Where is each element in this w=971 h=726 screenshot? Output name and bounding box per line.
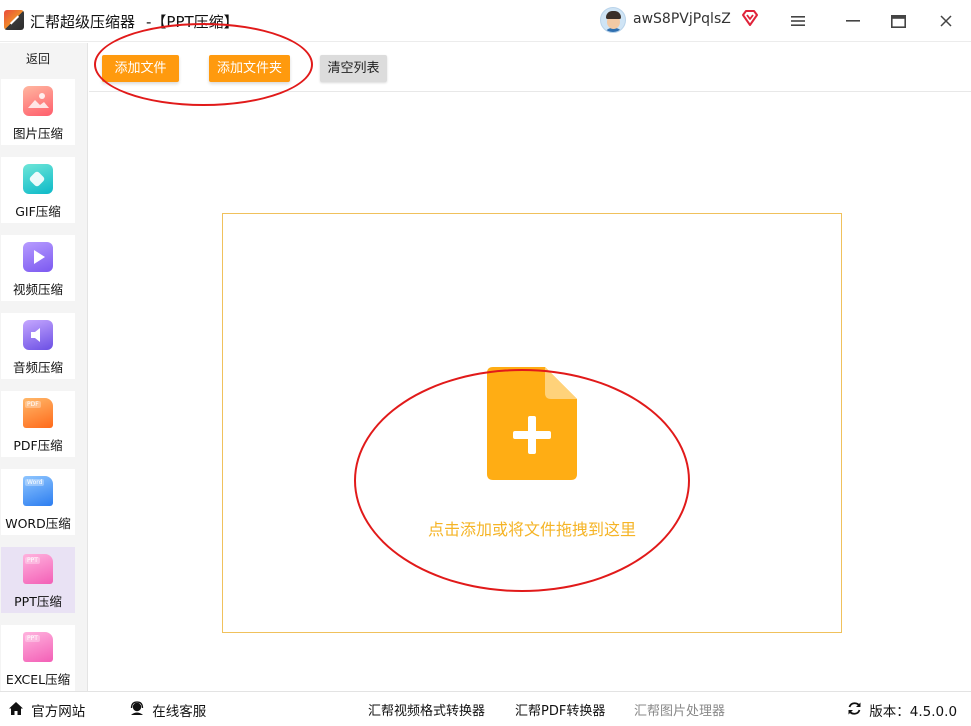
- audio-icon: [23, 320, 53, 350]
- image-processor-link[interactable]: 汇帮图片处理器: [634, 700, 725, 719]
- avatar[interactable]: [600, 7, 626, 33]
- image-icon: [23, 86, 53, 116]
- add-file-icon: [487, 367, 577, 480]
- pdf-tag: PDF: [25, 401, 41, 408]
- add-file-button[interactable]: 添加文件: [102, 55, 179, 82]
- excel-tag: PPT: [25, 635, 40, 642]
- word-tag: Word: [25, 479, 45, 486]
- sidebar-item-label: 视频压缩: [12, 282, 63, 297]
- maximize-icon[interactable]: [883, 6, 913, 36]
- sidebar-item-label: EXCEL压缩: [5, 672, 71, 687]
- sidebar-item-video-compress[interactable]: 视频压缩: [1, 235, 75, 301]
- menu-icon[interactable]: [783, 6, 813, 36]
- ppt-tag: PPT: [25, 557, 40, 564]
- avatar-hair: [606, 11, 621, 19]
- close-icon[interactable]: [931, 6, 961, 36]
- file-drop-zone[interactable]: 点击添加或将文件拖拽到这里: [222, 213, 842, 633]
- official-site-label: 官方网站: [31, 704, 86, 720]
- back-button[interactable]: 返回: [0, 48, 76, 70]
- gif-icon: [23, 164, 53, 194]
- sidebar-item-label: GIF压缩: [15, 204, 61, 219]
- sidebar-item-image-compress[interactable]: 图片压缩: [1, 79, 75, 145]
- vip-icon[interactable]: [741, 9, 759, 27]
- minimize-icon[interactable]: [838, 6, 868, 36]
- pdf-converter-link[interactable]: 汇帮PDF转换器: [515, 700, 605, 719]
- refresh-icon: [848, 702, 861, 715]
- app-title: 汇帮超级压缩器: [30, 13, 136, 31]
- sidebar-item-label: PPT压缩: [14, 594, 62, 609]
- sidebar-item-label: 音频压缩: [12, 360, 63, 375]
- app-logo-icon: [4, 10, 24, 30]
- excel-icon: PPT: [23, 632, 53, 662]
- version-label: 版本：: [869, 704, 910, 720]
- sidebar-item-gif-compress[interactable]: GIF压缩: [1, 157, 75, 223]
- toolbar: 添加文件 添加文件夹 清空列表: [89, 43, 971, 92]
- version-info: 版本：4.5.0.0: [847, 700, 957, 720]
- title-bar: 汇帮超级压缩器 -【PPT压缩】 awS8PVjPqlsZ: [0, 0, 971, 42]
- footer-bar: 官方网站 在线客服 汇帮视频格式转换器 汇帮PDF转换器 汇帮图片处理器 版本：…: [0, 691, 971, 726]
- add-folder-button[interactable]: 添加文件夹: [209, 55, 290, 82]
- sidebar-item-label: PDF压缩: [13, 438, 63, 453]
- sidebar-item-word-compress[interactable]: Word WORD压缩: [1, 469, 75, 535]
- official-site-link[interactable]: 官方网站: [8, 700, 85, 720]
- sidebar-item-label: 图片压缩: [12, 126, 63, 141]
- online-service-label: 在线客服: [152, 704, 207, 720]
- clear-list-button[interactable]: 清空列表: [320, 55, 387, 82]
- ppt-icon: PPT: [23, 554, 53, 584]
- word-icon: Word: [23, 476, 53, 506]
- online-service-link[interactable]: 在线客服: [129, 700, 206, 720]
- username[interactable]: awS8PVjPqlsZ: [633, 11, 731, 27]
- version-value: 4.5.0.0: [909, 704, 958, 720]
- sidebar: 返回 图片压缩 GIF压缩 视频压缩 音频压缩 PDF PDF压缩 Word W…: [0, 43, 88, 691]
- video-icon: [23, 242, 53, 272]
- sidebar-item-audio-compress[interactable]: 音频压缩: [1, 313, 75, 379]
- sidebar-item-label: WORD压缩: [5, 516, 71, 531]
- sidebar-item-excel-compress[interactable]: PPT EXCEL压缩: [1, 625, 75, 691]
- drop-hint-text: 点击添加或将文件拖拽到这里: [427, 520, 636, 539]
- sidebar-item-pdf-compress[interactable]: PDF PDF压缩: [1, 391, 75, 457]
- pdf-icon: PDF: [23, 398, 53, 428]
- video-converter-link[interactable]: 汇帮视频格式转换器: [368, 700, 485, 719]
- window-subtitle: -【PPT压缩】: [146, 13, 239, 31]
- sidebar-item-ppt-compress[interactable]: PPT PPT压缩: [1, 547, 75, 613]
- headset-icon: [130, 701, 144, 715]
- home-icon: [9, 702, 23, 715]
